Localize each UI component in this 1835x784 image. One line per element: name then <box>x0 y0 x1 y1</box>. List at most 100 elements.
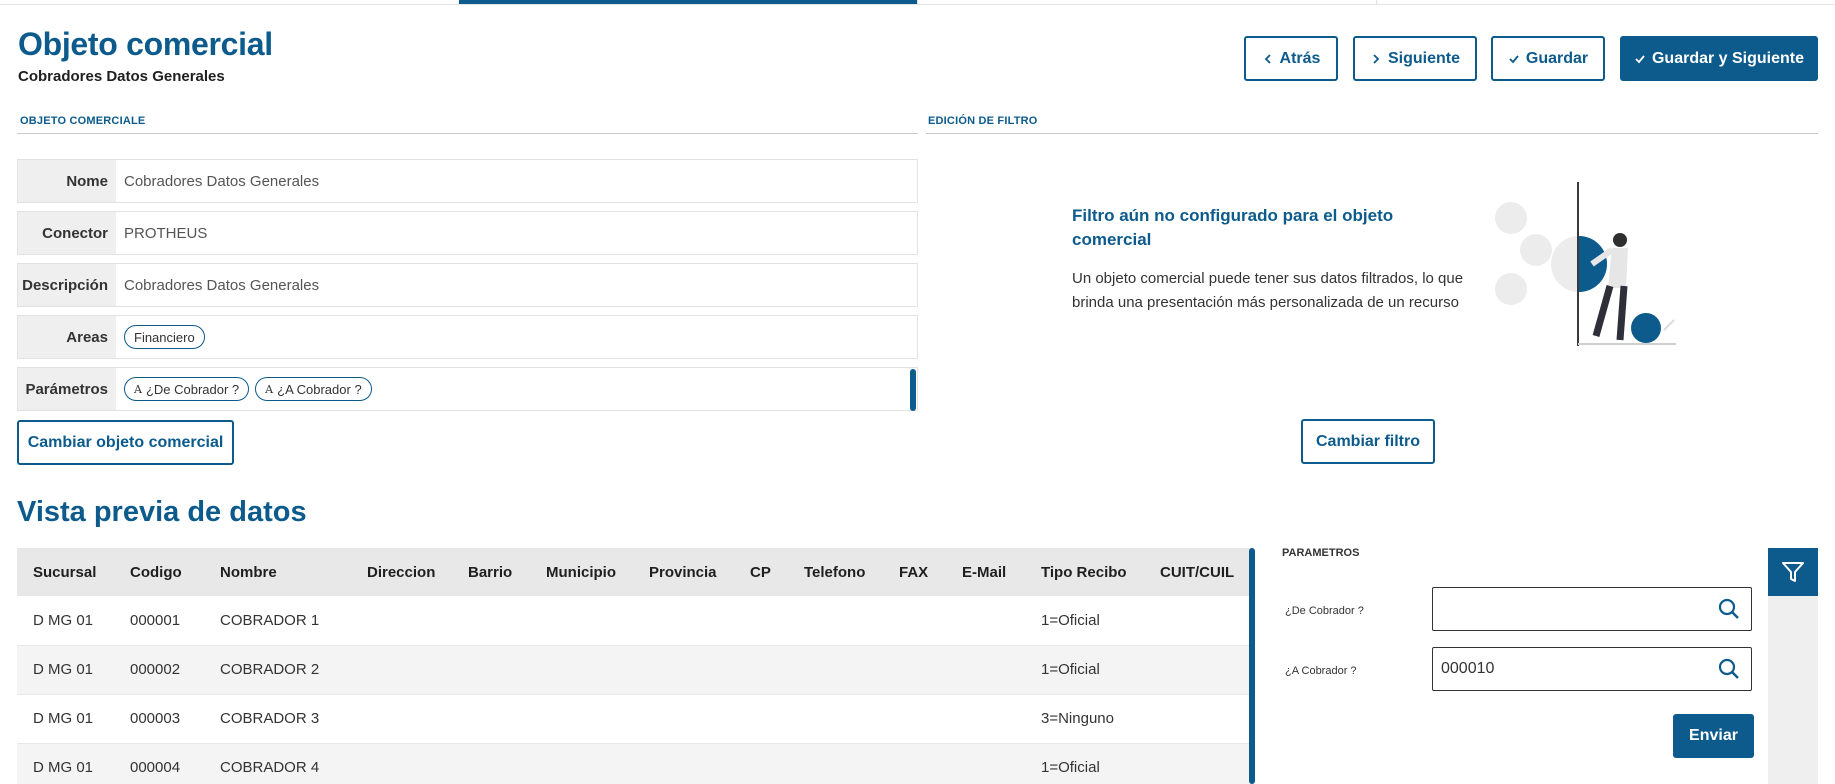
table-scrollbar[interactable] <box>1249 548 1255 784</box>
field-label: Areas <box>18 316 116 358</box>
table-cell: 1=Oficial <box>1025 743 1144 784</box>
field-value: PROTHEUS <box>124 224 208 242</box>
tab-separator <box>917 0 918 5</box>
field-row-name: Nome Cobradores Datos Generales <box>17 159 918 203</box>
parameter-chip: A ¿A Cobrador ? <box>255 377 372 401</box>
chevron-left-icon <box>1264 53 1271 64</box>
table-cell <box>1144 694 1253 744</box>
filter-icon <box>1782 562 1804 582</box>
table-cell <box>452 596 530 646</box>
check-icon <box>1509 54 1519 63</box>
table-cell <box>1144 596 1253 646</box>
field-value: Cobradores Datos Generales <box>124 172 320 190</box>
save-button[interactable]: Guardar <box>1491 36 1605 81</box>
table-cell: D MG 01 <box>17 743 114 784</box>
page: Objeto comercial Cobradores Datos Genera… <box>0 0 1835 784</box>
table-cell: D MG 01 <box>17 645 114 695</box>
back-button-label: Atrás <box>1279 49 1321 67</box>
field-row-parameters: Parámetros A ¿De Cobrador ? A ¿A Cobrado… <box>17 367 918 411</box>
column-header[interactable]: Barrio <box>452 548 530 596</box>
table-cell <box>788 694 883 744</box>
table-cell <box>351 743 452 784</box>
table-cell <box>1144 743 1253 784</box>
column-header[interactable]: Direccion <box>351 548 452 596</box>
column-header[interactable]: CUIT/CUIL <box>1144 548 1253 596</box>
change-filter-button[interactable]: Cambiar filtro <box>1301 419 1435 464</box>
table-cell <box>883 645 946 695</box>
table-cell <box>530 645 633 695</box>
table-header-row: Sucursal Codigo Nombre Direccion Barrio … <box>17 548 1253 596</box>
table-cell <box>734 743 788 784</box>
next-button[interactable]: Siguiente <box>1353 36 1477 81</box>
next-button-label: Siguiente <box>1387 49 1460 67</box>
field-label: Descripción <box>18 264 116 306</box>
table-cell <box>452 743 530 784</box>
table-cell <box>351 694 452 744</box>
table-cell <box>883 596 946 646</box>
parameter-chip: A ¿De Cobrador ? <box>124 377 250 401</box>
send-button-label: Enviar <box>1689 727 1738 744</box>
table-cell <box>633 694 734 744</box>
section-divider <box>926 133 1818 134</box>
section-divider <box>17 133 918 134</box>
table-cell: COBRADOR 1 <box>204 596 351 646</box>
send-button[interactable]: Enviar <box>1673 714 1754 758</box>
table-cell: 000002 <box>114 645 204 695</box>
change-business-object-label: Cambiar objeto comercial <box>27 433 224 451</box>
table-cell <box>883 743 946 784</box>
table-cell <box>530 596 633 646</box>
table-cell <box>788 596 883 646</box>
table-cell <box>452 694 530 744</box>
filter-toggle-button[interactable] <box>1768 548 1818 596</box>
top-tab-strip <box>0 0 1835 5</box>
column-header[interactable]: Codigo <box>114 548 204 596</box>
business-object-section-label: OBJETO COMERCIALE <box>20 115 146 127</box>
change-filter-label: Cambiar filtro <box>1315 432 1420 450</box>
chevron-right-icon <box>1373 53 1380 64</box>
change-business-object-button[interactable]: Cambiar objeto comercial <box>17 420 234 465</box>
text-type-icon: A <box>265 382 274 396</box>
table-cell: 1=Oficial <box>1025 645 1144 695</box>
table-cell: 1=Oficial <box>1025 596 1144 646</box>
active-step-indicator <box>459 0 917 4</box>
column-header[interactable]: Nombre <box>204 548 351 596</box>
empty-filter-illustration-icon <box>1495 182 1676 346</box>
to-collector-input[interactable]: 000010 <box>1432 647 1752 691</box>
table-cell: COBRADOR 2 <box>204 645 351 695</box>
filter-empty-title: Filtro aún no configurado para el objeto… <box>1072 206 1394 249</box>
table-row[interactable]: D MG 01 000002 COBRADOR 2 1=Oficial <box>17 645 1253 695</box>
data-preview-table: Sucursal Codigo Nombre Direccion Barrio … <box>17 548 1253 784</box>
table-cell <box>946 743 1025 784</box>
table-cell: D MG 01 <box>17 596 114 646</box>
filter-empty-description: Un objeto comercial puede tener sus dato… <box>1072 270 1464 311</box>
column-header[interactable]: Sucursal <box>17 548 114 596</box>
check-icon <box>1635 54 1645 63</box>
column-header[interactable]: FAX <box>883 548 946 596</box>
table-row[interactable]: D MG 01 000003 COBRADOR 3 3=Ninguno <box>17 694 1253 744</box>
back-button[interactable]: Atrás <box>1244 36 1338 81</box>
field-value: Financiero <box>116 325 205 349</box>
column-header[interactable]: CP <box>734 548 788 596</box>
search-icon[interactable] <box>1707 648 1751 690</box>
column-header[interactable]: Tipo Recibo <box>1025 548 1144 596</box>
field-row-areas: Areas Financiero <box>17 315 918 359</box>
save-button-label: Guardar <box>1525 49 1589 67</box>
search-icon[interactable] <box>1707 588 1751 630</box>
param-label-from-collector: ¿De Cobrador ? <box>1285 605 1364 617</box>
table-cell <box>633 596 734 646</box>
column-header[interactable]: Provincia <box>633 548 734 596</box>
table-cell <box>883 694 946 744</box>
table-row[interactable]: D MG 01 000004 COBRADOR 4 1=Oficial <box>17 743 1253 784</box>
table-row[interactable]: D MG 01 000001 COBRADOR 1 1=Oficial <box>17 596 1253 646</box>
save-and-next-button[interactable]: Guardar y Siguiente <box>1620 36 1818 81</box>
table-cell: 000004 <box>114 743 204 784</box>
from-collector-input[interactable] <box>1432 587 1752 631</box>
column-header[interactable]: Municipio <box>530 548 633 596</box>
table-cell <box>734 694 788 744</box>
parameter-chip-label: ¿De Cobrador ? <box>145 381 240 397</box>
column-header[interactable]: E-Mail <box>946 548 1025 596</box>
text-type-icon: A <box>134 382 142 396</box>
data-preview-title: Vista previa de datos <box>17 496 307 528</box>
column-header[interactable]: Telefono <box>788 548 883 596</box>
fields-scrollbar[interactable] <box>910 369 916 411</box>
